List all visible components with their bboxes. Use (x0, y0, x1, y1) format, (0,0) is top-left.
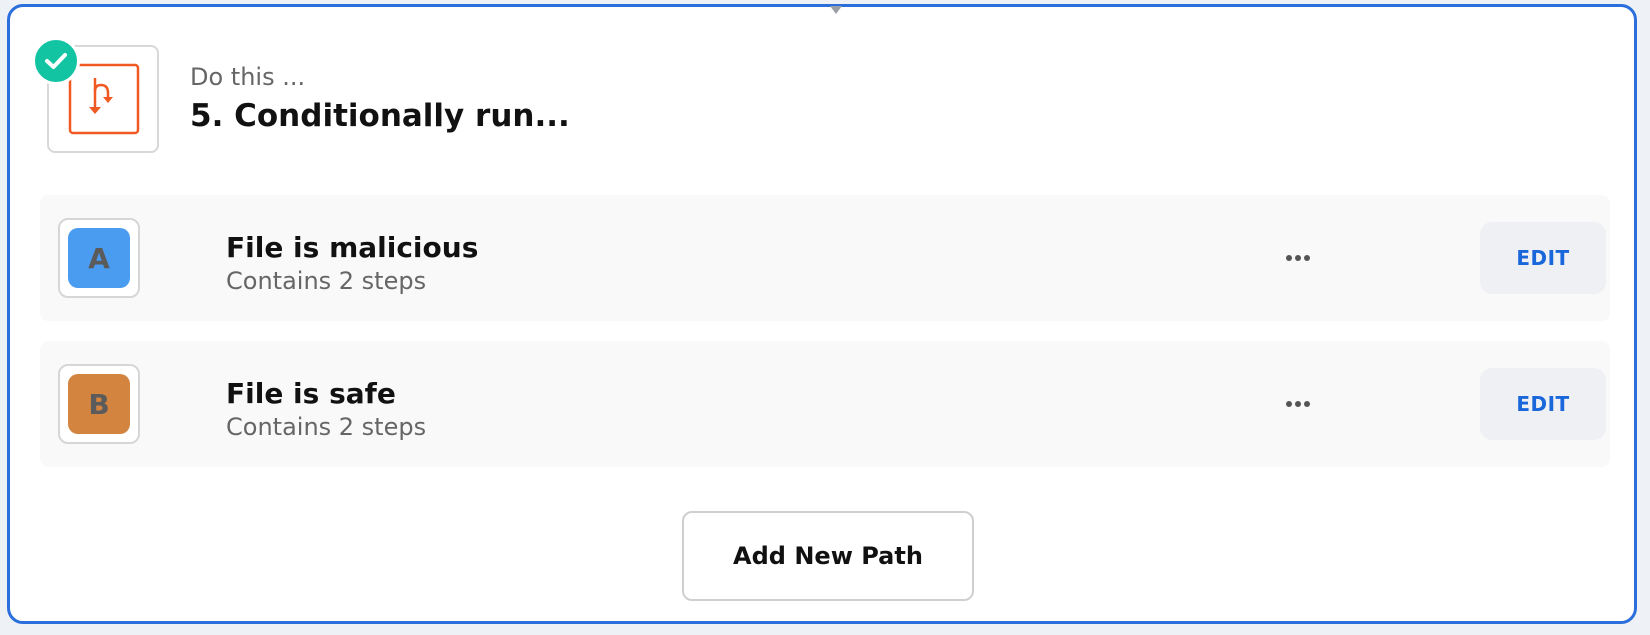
check-icon (32, 37, 80, 85)
path-letter: B (68, 374, 130, 434)
more-options-button[interactable] (1280, 389, 1316, 419)
more-horizontal-icon (1286, 255, 1310, 261)
path-row-a[interactable]: A File is malicious Contains 2 steps EDI… (40, 195, 1610, 321)
connector-arrow-icon (830, 6, 842, 14)
path-row-b[interactable]: B File is safe Contains 2 steps EDIT (40, 341, 1610, 467)
add-new-path-button[interactable]: Add New Path (682, 511, 974, 601)
edit-path-button[interactable]: EDIT (1480, 222, 1606, 294)
step-subtitle: Do this ... (190, 63, 306, 91)
path-letter-badge: A (58, 218, 140, 298)
more-options-button[interactable] (1280, 243, 1316, 273)
path-step-count: Contains 2 steps (226, 267, 427, 295)
path-name: File is safe (226, 377, 396, 410)
paths-branch-icon (68, 63, 140, 135)
path-step-count: Contains 2 steps (226, 413, 427, 441)
paths-step-card[interactable]: Do this ... 5. Conditionally run... A Fi… (7, 4, 1637, 624)
more-horizontal-icon (1286, 401, 1310, 407)
path-letter-badge: B (58, 364, 140, 444)
step-title[interactable]: 5. Conditionally run... (190, 98, 570, 134)
path-name: File is malicious (226, 231, 479, 264)
edit-path-button[interactable]: EDIT (1480, 368, 1606, 440)
path-letter: A (68, 228, 130, 288)
